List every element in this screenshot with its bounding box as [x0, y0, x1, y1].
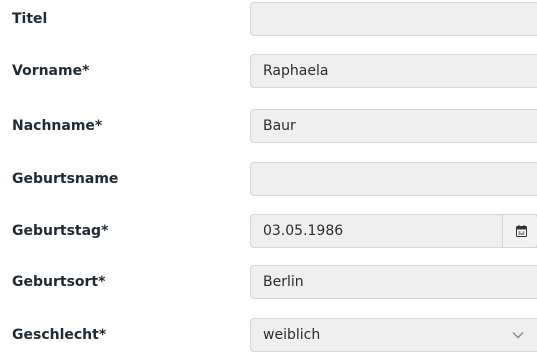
date-picker-button[interactable] — [502, 214, 537, 248]
vorname-label: Vorname* — [12, 63, 90, 79]
geburtstag-input[interactable]: 03.05.1986 — [250, 214, 537, 248]
geschlecht-select[interactable]: weiblich — [250, 318, 537, 352]
nachname-input[interactable]: Baur — [250, 109, 537, 143]
row-geburtsname: Geburtsname — [0, 160, 537, 198]
titel-input[interactable] — [250, 2, 537, 36]
row-vorname: Vorname* Raphaela — [0, 52, 537, 90]
row-geburtstag: Geburtstag* 03.05.1986 — [0, 212, 537, 250]
row-nachname: Nachname* Baur — [0, 107, 537, 145]
geburtstag-label: Geburtstag* — [12, 223, 109, 239]
calendar-icon — [516, 225, 527, 237]
nachname-label: Nachname* — [12, 118, 103, 134]
row-titel: Titel — [0, 0, 537, 38]
geschlecht-label: Geschlecht* — [12, 327, 107, 343]
geburtsort-label: Geburtsort* — [12, 274, 106, 290]
person-form: Titel Vorname* Raphaela Nachname* Baur G… — [0, 0, 537, 353]
geburtsname-input[interactable] — [250, 162, 537, 196]
vorname-input[interactable]: Raphaela — [250, 54, 537, 88]
geburtsort-input[interactable]: Berlin — [250, 265, 537, 299]
titel-label: Titel — [12, 11, 48, 27]
row-geschlecht: Geschlecht* weiblich — [0, 316, 537, 353]
geburtsname-label: Geburtsname — [12, 171, 119, 187]
row-geburtsort: Geburtsort* Berlin — [0, 263, 537, 301]
chevron-down-icon[interactable] — [511, 328, 525, 342]
